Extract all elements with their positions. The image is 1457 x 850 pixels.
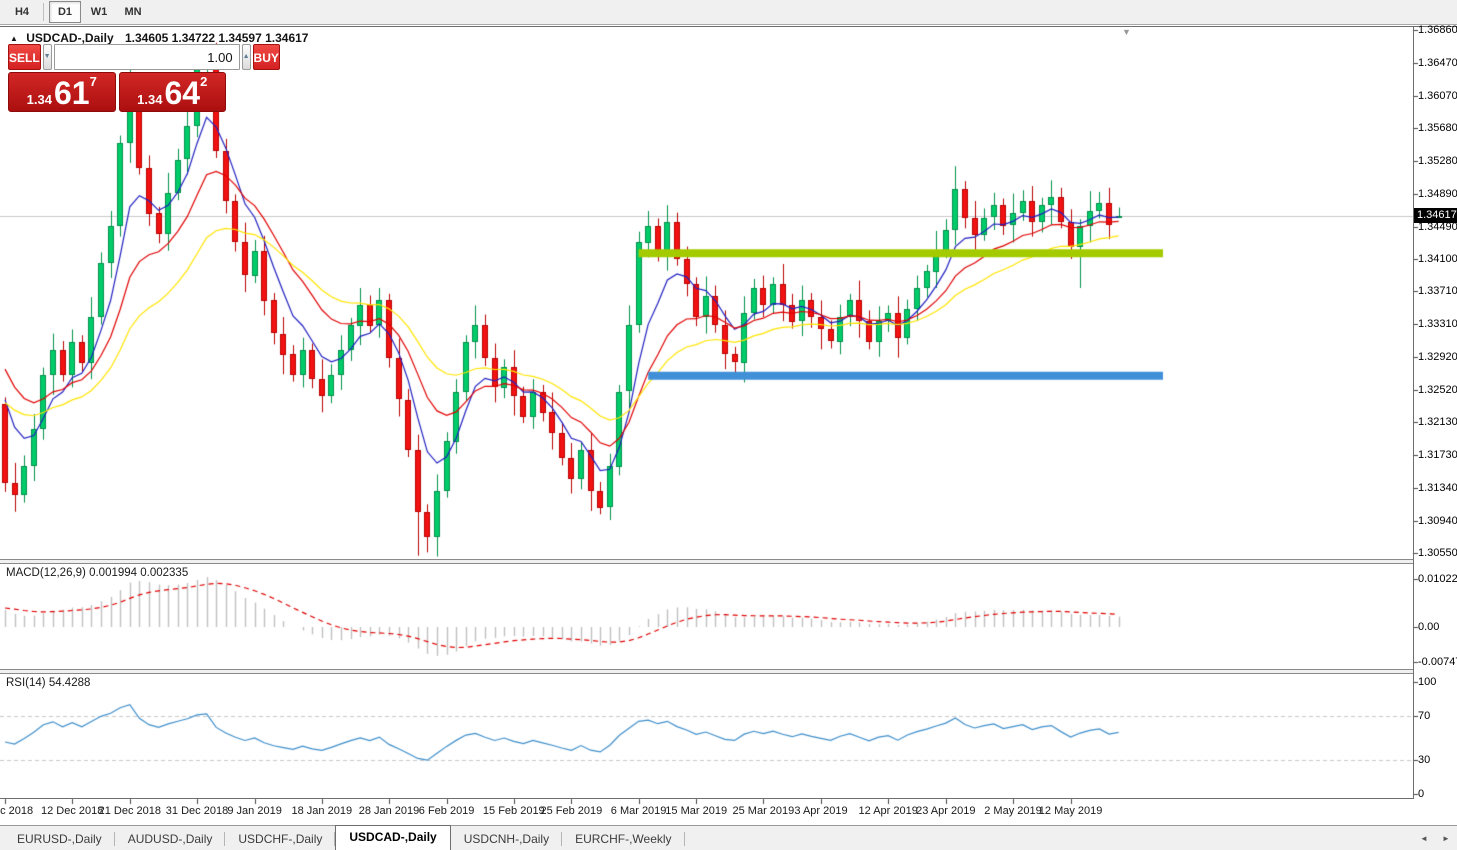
price-axis-label: 1.34100 <box>1418 253 1457 265</box>
time-axis-label: 25 Feb 2019 <box>541 805 603 817</box>
time-axis-label: 18 Jan 2019 <box>292 805 353 817</box>
collapse-triangle-icon[interactable]: ▲ <box>10 34 18 43</box>
macd-axis-label: 0.010229 <box>1418 573 1457 585</box>
rsi-axis-label: 0 <box>1418 788 1424 800</box>
mt4-terminal: H4 D1W1MN ▲ USDCAD-,Daily 1.34605 1.34722… <box>0 0 1457 850</box>
time-axis-label: 12 Dec 2018 <box>41 805 103 817</box>
ask-prefix: 1.34 <box>137 91 162 108</box>
chart-canvas[interactable] <box>0 0 1457 850</box>
tab-scroll-right-icon[interactable]: ► <box>1442 834 1450 843</box>
chart-shift-marker[interactable]: ▼ <box>1122 27 1131 37</box>
bid-price-panel: 1.34 61 7 <box>8 72 116 112</box>
rsi-axis-label: 30 <box>1418 754 1430 766</box>
time-axis-label: 6 Feb 2019 <box>419 805 475 817</box>
price-axis-border <box>1413 26 1414 799</box>
timeframe-mn[interactable]: MN <box>117 1 149 23</box>
price-axis-label: 1.31340 <box>1418 482 1457 494</box>
pane-separator[interactable] <box>0 669 1413 674</box>
timeframe-w1[interactable]: W1 <box>83 1 115 23</box>
time-axis-label: 23 Apr 2019 <box>916 805 975 817</box>
timeframe-toolbar: H4 D1W1MN <box>0 0 1457 25</box>
price-axis-label: 1.33310 <box>1418 318 1457 330</box>
tab-scroll-left-icon[interactable]: ◄ <box>1420 834 1428 843</box>
time-axis-label: 9 Jan 2019 <box>227 805 281 817</box>
tab-usdchf[interactable]: USDCHF-,Daily <box>225 828 335 850</box>
bid-big-digits: 61 <box>54 78 90 108</box>
volume-increase-icon[interactable]: ▲ <box>242 44 251 70</box>
price-axis-label: 1.32130 <box>1418 416 1457 428</box>
price-axis-label: 1.32920 <box>1418 351 1457 363</box>
macd-axis-label: -0.00747 <box>1418 656 1457 668</box>
time-axis-label: 28 Jan 2019 <box>359 805 420 817</box>
timeframe-d1[interactable]: D1 <box>49 1 81 23</box>
price-axis-label: 1.30940 <box>1418 515 1457 527</box>
trade-controls-row: SELL ▼ ▲ BUY <box>8 44 226 70</box>
price-axis-label: 1.32520 <box>1418 384 1457 396</box>
time-axis-label: 3 Dec 2018 <box>0 805 33 817</box>
ohlc-values: 1.34605 1.34722 1.34597 1.34617 <box>125 31 309 45</box>
ask-pip-digit: 2 <box>200 75 207 88</box>
time-axis-label: 3 Apr 2019 <box>794 805 847 817</box>
bid-pip-digit: 7 <box>90 75 97 88</box>
time-axis-label: 12 May 2019 <box>1039 805 1103 817</box>
time-axis-label: 12 Apr 2019 <box>859 805 918 817</box>
timeframe-h4[interactable]: H4 <box>6 1 38 23</box>
tab-usdcnh[interactable]: USDCNH-,Daily <box>451 828 562 850</box>
chart-title: ▲ USDCAD-,Daily 1.34605 1.34722 1.34597 … <box>10 31 308 45</box>
price-axis-label: 1.36470 <box>1418 57 1457 69</box>
macd-indicator-label: MACD(12,26,9) 0.001994 0.002335 <box>6 567 188 579</box>
time-axis-label: 21 Dec 2018 <box>99 805 161 817</box>
bid-prefix: 1.34 <box>27 91 52 108</box>
bid-ask-row: 1.34 61 7 1.34 64 2 <box>8 72 226 112</box>
time-axis-label: 31 Dec 2018 <box>166 805 228 817</box>
price-axis-label: 1.30550 <box>1418 547 1457 559</box>
price-axis-label: 1.35680 <box>1418 122 1457 134</box>
sell-button[interactable]: SELL <box>8 44 41 70</box>
price-axis-label: 1.34890 <box>1418 188 1457 200</box>
current-price-tag: 1.34617 <box>1414 208 1457 223</box>
macd-axis-label: 0.00 <box>1418 621 1439 633</box>
price-axis-label: 1.33710 <box>1418 285 1457 297</box>
time-axis-border <box>0 798 1414 799</box>
chart-tab-bar: EURUSD-,DailyAUDUSD-,DailyUSDCHF-,DailyU… <box>0 825 1457 850</box>
price-axis-label: 1.36860 <box>1418 24 1457 36</box>
price-axis-label: 1.35280 <box>1418 155 1457 167</box>
time-axis-label: 2 May 2019 <box>984 805 1041 817</box>
time-axis-label: 25 Mar 2019 <box>733 805 795 817</box>
one-click-trading-widget: SELL ▼ ▲ BUY 1.34 61 7 1.34 64 2 <box>8 44 226 112</box>
tab-eurusd[interactable]: EURUSD-,Daily <box>4 828 115 850</box>
chart-window-border <box>0 26 1457 27</box>
ask-price-panel: 1.34 64 2 <box>119 72 227 112</box>
time-axis-label: 15 Mar 2019 <box>665 805 727 817</box>
buy-button[interactable]: BUY <box>253 44 280 70</box>
time-axis-label: 6 Mar 2019 <box>611 805 667 817</box>
toolbar-divider <box>43 3 44 21</box>
pane-separator[interactable] <box>0 559 1413 564</box>
tab-eurchf[interactable]: EURCHF-,Weekly <box>562 828 684 850</box>
rsi-axis-label: 70 <box>1418 710 1430 722</box>
volume-decrease-icon[interactable]: ▼ <box>43 44 52 70</box>
price-axis-label: 1.31730 <box>1418 449 1457 461</box>
symbol-label: USDCAD-,Daily <box>26 31 113 45</box>
volume-input[interactable] <box>54 44 240 70</box>
rsi-indicator-label: RSI(14) 54.4288 <box>6 677 90 689</box>
rsi-axis-label: 100 <box>1418 676 1436 688</box>
tab-usdcad[interactable]: USDCAD-,Daily <box>335 825 450 850</box>
ask-big-digits: 64 <box>164 78 200 108</box>
time-axis-label: 15 Feb 2019 <box>483 805 545 817</box>
price-axis-label: 1.36070 <box>1418 90 1457 102</box>
tab-audusd[interactable]: AUDUSD-,Daily <box>115 828 226 850</box>
